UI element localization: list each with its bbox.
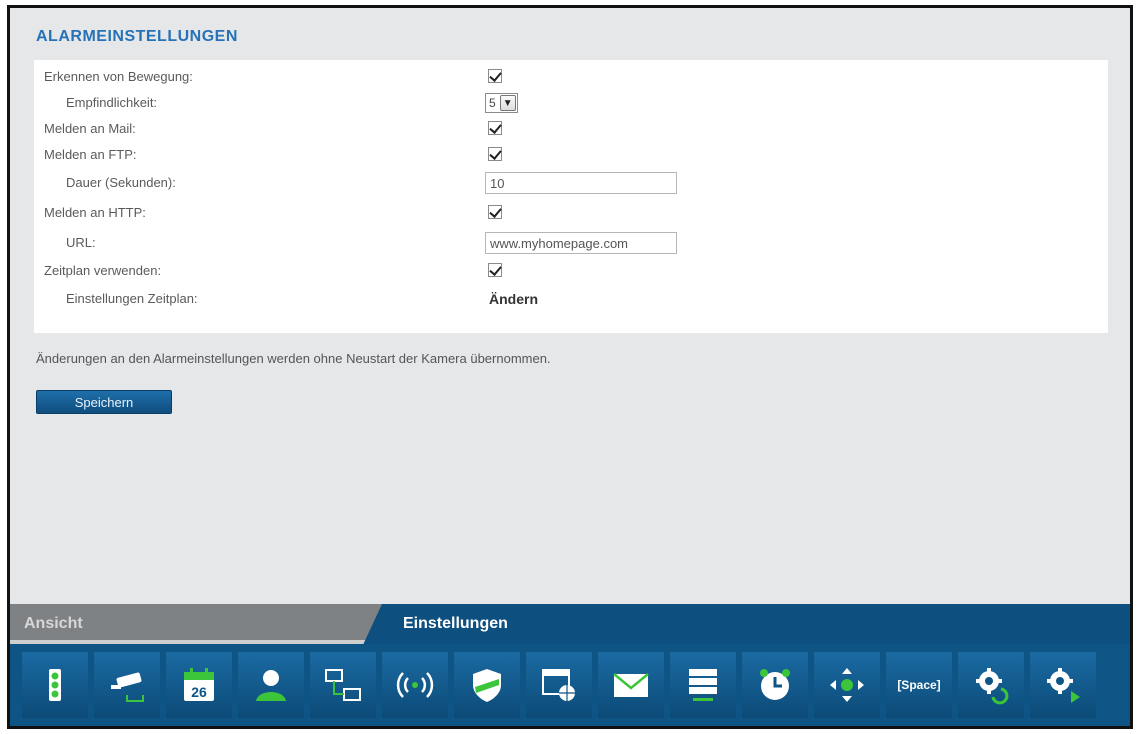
alarm-clock-icon — [760, 669, 790, 700]
motion-row: Erkennen von Bewegung: — [34, 64, 1108, 90]
sensitivity-select[interactable]: 5 ▼ — [485, 93, 518, 113]
status-button[interactable] — [22, 652, 88, 718]
security-icon — [473, 669, 501, 702]
tab-view-label: Ansicht — [24, 615, 83, 632]
duration-row: Dauer (Sekunden): — [34, 170, 1108, 196]
wireless-button[interactable] — [382, 652, 448, 718]
user-icon — [256, 670, 286, 701]
sensitivity-row: Empfindlichkeit: 5 ▼ — [34, 90, 1108, 116]
schedule-settings-row: Einstellungen Zeitplan: Ändern — [34, 286, 1108, 312]
security-button[interactable] — [454, 652, 520, 718]
url-input[interactable] — [485, 232, 677, 254]
space-button[interactable]: [Space] — [886, 652, 952, 718]
camera-settings-window: ALARMEINSTELLUNGEN Erkennen von Bewegung… — [7, 5, 1133, 729]
sensitivity-label: Empfindlichkeit: — [66, 95, 158, 110]
camera-icon — [111, 672, 144, 702]
settings-update-button[interactable] — [958, 652, 1024, 718]
info-note: Änderungen an den Alarmeinstellungen wer… — [36, 351, 551, 366]
calendar-day: 26 — [191, 684, 207, 700]
browser-button[interactable] — [526, 652, 592, 718]
alarm-settings-form: Erkennen von Bewegung: Empfindlichkeit: … — [34, 60, 1108, 333]
settings-play-icon — [1047, 668, 1080, 703]
tab-settings-label: Einstellungen — [403, 615, 508, 632]
status-icon — [49, 669, 61, 701]
user-button[interactable] — [238, 652, 304, 718]
mail-label: Melden an Mail: — [44, 121, 136, 136]
schedule-checkbox[interactable] — [488, 263, 502, 277]
settings-play-button[interactable] — [1030, 652, 1096, 718]
settings-update-icon — [976, 668, 1009, 705]
server-button[interactable] — [670, 652, 736, 718]
ftp-row: Melden an FTP: — [34, 142, 1108, 168]
motion-checkbox[interactable] — [488, 69, 502, 83]
mail-icon — [613, 673, 649, 697]
chevron-down-icon[interactable]: ▼ — [499, 95, 516, 111]
ptz-button[interactable] — [814, 652, 880, 718]
duration-input[interactable] — [485, 172, 677, 194]
url-label: URL: — [66, 235, 96, 250]
mail-button[interactable] — [598, 652, 664, 718]
http-checkbox[interactable] — [488, 205, 502, 219]
tab-bar: Ansicht Einstellungen — [10, 604, 1130, 644]
ptz-icon — [830, 668, 864, 702]
mail-row: Melden an Mail: — [34, 116, 1108, 142]
sensitivity-value: 5 — [489, 96, 496, 110]
tab-settings[interactable]: Einstellungen — [395, 604, 508, 644]
calendar-icon: 26 — [184, 668, 214, 701]
page-title: ALARMEINSTELLUNGEN — [36, 28, 238, 45]
url-row: URL: — [34, 230, 1108, 256]
change-schedule-link[interactable]: Ändern — [489, 291, 538, 307]
space-icon: [Space] — [897, 678, 941, 692]
ftp-label: Melden an FTP: — [44, 147, 137, 162]
camera-button[interactable] — [94, 652, 160, 718]
server-icon — [689, 669, 717, 701]
schedule-settings-label: Einstellungen Zeitplan: — [66, 291, 198, 306]
save-button[interactable]: Speichern — [36, 390, 172, 414]
ftp-checkbox[interactable] — [488, 147, 502, 161]
http-label: Melden an HTTP: — [44, 205, 146, 220]
duration-label: Dauer (Sekunden): — [66, 175, 176, 190]
motion-label: Erkennen von Bewegung: — [44, 69, 193, 84]
browser-icon — [542, 669, 575, 701]
network-button[interactable] — [310, 652, 376, 718]
mail-checkbox[interactable] — [488, 121, 502, 135]
calendar-button[interactable]: 26 — [166, 652, 232, 718]
schedule-label: Zeitplan verwenden: — [44, 263, 162, 278]
network-icon — [325, 669, 361, 701]
http-row: Melden an HTTP: — [34, 200, 1108, 226]
alarm-clock-button[interactable] — [742, 652, 808, 718]
schedule-row: Zeitplan verwenden: — [34, 258, 1108, 284]
tab-view[interactable]: Ansicht — [10, 604, 382, 644]
settings-toolbar: 26 [Space] — [10, 644, 1130, 726]
wireless-icon — [396, 672, 434, 698]
